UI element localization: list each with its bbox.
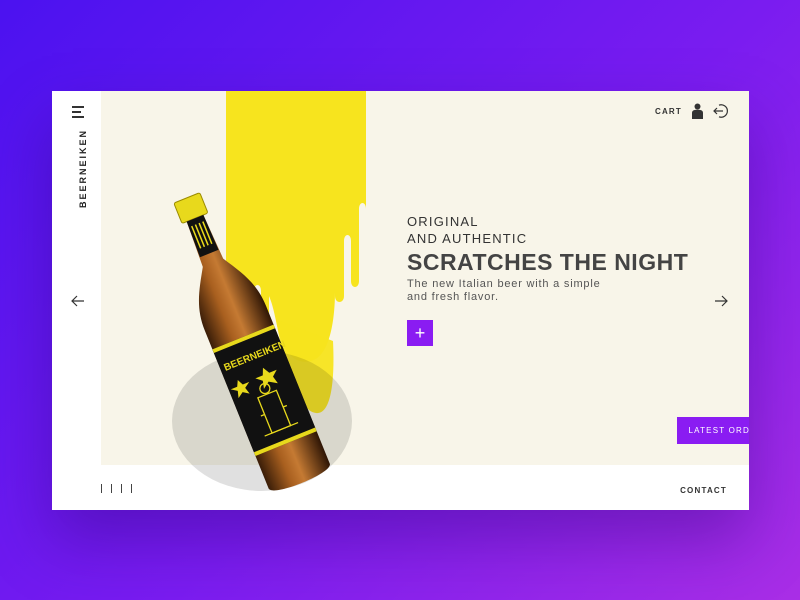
arrow-left-icon[interactable] xyxy=(71,295,85,307)
eyebrow-line-1: ORIGINAL xyxy=(407,214,479,229)
contact-link[interactable]: CONTACT xyxy=(680,486,727,495)
arrow-right-icon[interactable] xyxy=(714,295,728,307)
latest-order-button[interactable]: LATEST ORDER xyxy=(677,417,749,444)
beer-bottle-image: BEERNEIKEN xyxy=(172,192,352,491)
hero-headline: SCRATCHES THE NIGHT xyxy=(407,249,689,275)
cart-link[interactable]: CART xyxy=(655,107,682,116)
user-icon[interactable] xyxy=(692,103,703,119)
top-right-nav: CART xyxy=(655,103,729,119)
main-card: CART ORIGINAL AND AUTHENTIC SCRATCHES TH… xyxy=(52,91,749,510)
add-button[interactable]: + xyxy=(407,320,433,346)
brand-logo[interactable]: BEERNEIKEN xyxy=(78,129,88,208)
eyebrow-line-2: AND AUTHENTIC xyxy=(407,231,528,246)
logout-icon[interactable] xyxy=(713,103,729,119)
menu-icon[interactable] xyxy=(72,105,86,119)
hero-copy: ORIGINAL AND AUTHENTIC SCRATCHES THE NIG… xyxy=(407,213,688,304)
hero-description: The new Italian beer with a simple and f… xyxy=(407,278,601,303)
pager-dot[interactable] xyxy=(101,484,102,493)
